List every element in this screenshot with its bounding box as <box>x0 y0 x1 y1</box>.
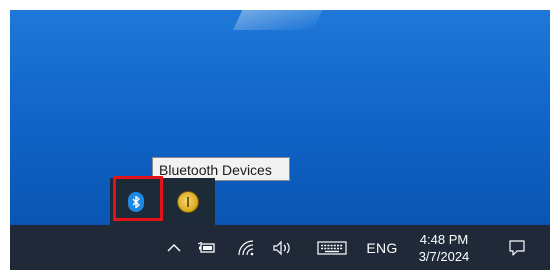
touch-keyboard-button[interactable] <box>312 225 352 270</box>
keyboard-icon <box>317 240 347 255</box>
volume-icon <box>273 240 290 255</box>
show-hidden-icons-button[interactable] <box>160 225 188 270</box>
security-shield-icon <box>177 190 199 213</box>
battery-button[interactable] <box>193 225 221 270</box>
battery-icon <box>198 241 215 253</box>
action-center-icon <box>509 239 525 256</box>
language-label: ENG <box>366 239 398 256</box>
chevron-up-icon <box>167 243 181 251</box>
input-language-button[interactable]: ENG <box>362 225 402 270</box>
clock-button[interactable]: 4:48 PM 3/7/2024 <box>408 225 480 270</box>
tooltip-text: Bluetooth Devices <box>159 162 272 178</box>
volume-button[interactable] <box>268 225 298 270</box>
taskbar: ENG 4:48 PM 3/7/2024 <box>10 225 550 270</box>
desktop-background: Bluetooth Devices <box>10 10 550 225</box>
security-tray-button[interactable] <box>162 178 214 225</box>
action-center-button[interactable] <box>500 225 534 270</box>
wallpaper-light-streak <box>233 10 327 30</box>
clock-date: 3/7/2024 <box>418 248 470 264</box>
wifi-icon <box>238 239 254 255</box>
highlight-box <box>113 176 163 221</box>
network-button[interactable] <box>232 225 260 270</box>
clock-time: 4:48 PM <box>419 231 469 247</box>
